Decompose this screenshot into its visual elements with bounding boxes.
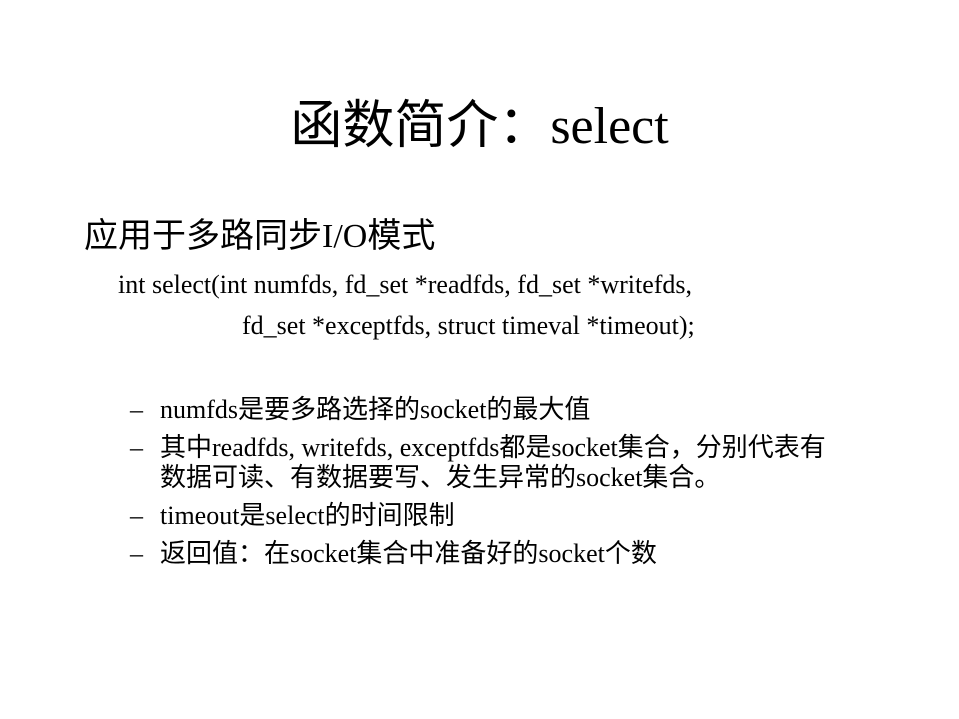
slide-title: 函数简介：select [290, 98, 669, 155]
sub-bullet-text: 返回值：在socket集合中准备好的socket个数 [160, 539, 657, 568]
sub-bullet-item: – 返回值：在socket集合中准备好的socket个数 [130, 539, 890, 569]
sub-bullet-text: timeout是select的时间限制 [160, 501, 455, 530]
sub-bullet-text: numfds是要多路选择的socket的最大值 [160, 395, 591, 424]
sub-bullet-item: – 其中readfds, writefds, exceptfds都是socket… [130, 433, 890, 493]
dash-marker: – [130, 539, 143, 568]
sub-bullet-item: – timeout是select的时间限制 [130, 501, 890, 531]
code-line-2: fd_set *exceptfds, struct timeval *timeo… [242, 311, 695, 340]
slide: 函数简介：select 应用于多路同步I/O模式 int select(int … [0, 0, 959, 719]
dash-marker: – [130, 501, 143, 530]
sub-bullet-text: 其中readfds, writefds, exceptfds都是socket集合… [160, 433, 826, 492]
main-bullet: 应用于多路同步I/O模式 [84, 218, 436, 255]
sub-bullet-item: – numfds是要多路选择的socket的最大值 [130, 395, 890, 425]
dash-marker: – [130, 433, 143, 462]
sub-bullet-list: – numfds是要多路选择的socket的最大值 – 其中readfds, w… [130, 395, 890, 577]
code-line-1: int select(int numfds, fd_set *readfds, … [118, 270, 693, 299]
dash-marker: – [130, 395, 143, 424]
